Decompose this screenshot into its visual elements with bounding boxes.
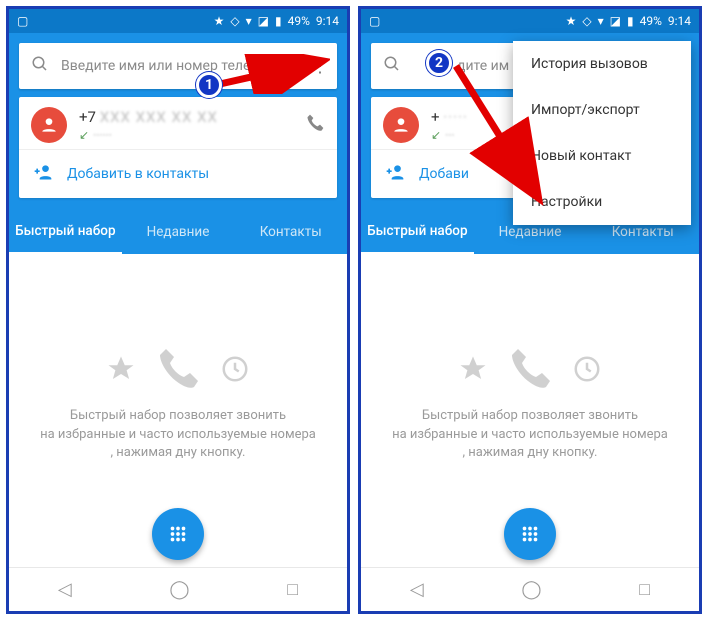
status-bar: ▢ ★ ◇ ▾ ◪ ▮ 49% 9:14 [361, 9, 699, 33]
avatar-icon [31, 107, 67, 143]
empty-illustration [106, 345, 250, 393]
picture-icon: ▢ [17, 14, 28, 28]
empty-state: Быстрый набор позволяет звонить на избра… [9, 254, 347, 554]
search-icon [371, 55, 413, 78]
number-prefix: +7 [79, 108, 96, 126]
sim-icon: ◪ [610, 14, 621, 28]
nav-bar: ◁ ◯ □ [9, 567, 347, 611]
picture-icon: ▢ [369, 14, 380, 28]
recents-button[interactable]: □ [639, 579, 650, 600]
wifi-icon: ▾ [598, 14, 604, 28]
annotation-badge-1: 1 [196, 72, 222, 98]
add-label: Добавить в контакты [67, 166, 209, 182]
recent-card: +7 XXX XXX XX XX ↙ ······ Добавить в конт… [19, 97, 337, 198]
add-person-icon [385, 162, 405, 186]
battery-icon: ▮ [275, 14, 282, 28]
number-blurred: XXX XXX XX XX [100, 108, 218, 126]
avatar-icon [383, 107, 419, 143]
star-icon: ★ [566, 14, 577, 28]
home-button[interactable]: ◯ [521, 579, 541, 600]
back-button[interactable]: ◁ [58, 579, 72, 600]
clock-text: 9:14 [316, 14, 339, 28]
sub-blurred: ······ [93, 128, 112, 142]
dialpad-fab[interactable] [152, 508, 204, 560]
nav-bar: ◁ ◯ □ [361, 567, 699, 611]
dialpad-fab[interactable] [504, 508, 556, 560]
tab-recent[interactable]: Недавние [122, 211, 235, 253]
cloud-icon: ◇ [582, 14, 591, 28]
recent-card-wrap: +7 XXX XXX XX XX ↙ ······ Добавить в конт… [9, 97, 347, 210]
tab-speed-dial[interactable]: Быстрый набор [9, 210, 122, 255]
recents-button[interactable]: □ [287, 579, 298, 600]
phone-screen-1: ▢ ★ ◇ ▾ ◪ ▮ 49% 9:14 Введите имя или ном… [6, 6, 350, 614]
star-icon: ★ [214, 14, 225, 28]
add-to-contacts-button[interactable]: Добавить в контакты [19, 149, 337, 198]
cloud-icon: ◇ [230, 14, 239, 28]
battery-text: 49% [640, 14, 662, 28]
number-prefix: + [431, 108, 440, 126]
add-person-icon [33, 162, 53, 186]
tabs: Быстрый набор Недавние Контакты [9, 210, 347, 254]
home-button[interactable]: ◯ [169, 579, 189, 600]
call-log-row[interactable]: +7 XXX XXX XX XX ↙ ······ [19, 97, 337, 149]
annotation-badge-2: 2 [426, 50, 452, 76]
back-button[interactable]: ◁ [410, 579, 424, 600]
annotation-arrow-2 [440, 50, 560, 210]
sim-icon: ◪ [258, 14, 269, 28]
call-icon[interactable] [305, 113, 325, 138]
clock-text: 9:14 [668, 14, 691, 28]
empty-text: Быстрый набор позволяет звонить на избра… [10, 407, 346, 464]
incoming-icon: ↙ [79, 128, 89, 142]
search-icon [19, 55, 61, 78]
status-bar: ▢ ★ ◇ ▾ ◪ ▮ 49% 9:14 [9, 9, 347, 33]
wifi-icon: ▾ [246, 14, 252, 28]
empty-state: Быстрый набор позволяет звонить на избра… [361, 254, 699, 554]
battery-icon: ▮ [627, 14, 634, 28]
battery-text: 49% [288, 14, 310, 28]
empty-illustration [458, 345, 602, 393]
call-log-text: +7 XXX XXX XX XX ↙ ······ [67, 108, 305, 142]
tab-speed-dial[interactable]: Быстрый набор [361, 210, 474, 255]
empty-text: Быстрый набор позволяет звонить на избра… [362, 407, 698, 464]
tab-contacts[interactable]: Контакты [234, 211, 347, 253]
